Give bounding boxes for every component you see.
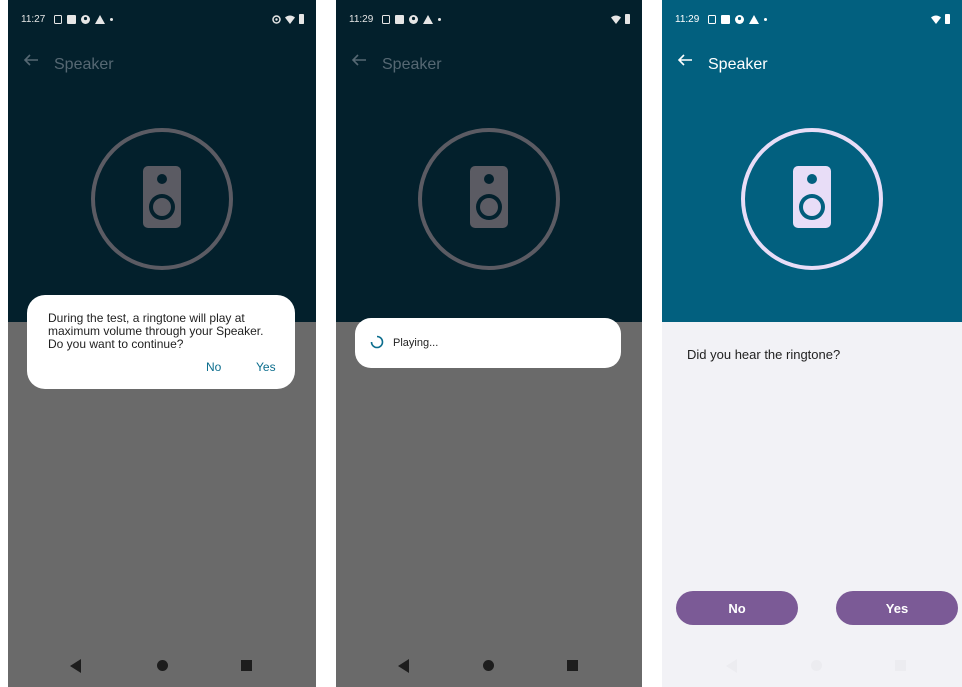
status-bar: 11:27	[8, 0, 316, 40]
nav-home-icon[interactable]	[482, 659, 495, 672]
wifi-icon	[931, 15, 941, 24]
page-title: Speaker	[708, 56, 768, 73]
warning-icon	[423, 14, 433, 24]
nav-home-icon[interactable]	[810, 659, 823, 672]
square-icon	[395, 14, 404, 24]
speaker-icon	[418, 128, 560, 270]
status-notification-icons	[708, 14, 767, 24]
nav-back-icon[interactable]	[70, 659, 82, 673]
page-title: Speaker	[54, 56, 114, 73]
question-text: Did you hear the ringtone?	[687, 347, 841, 362]
spinner-icon	[370, 335, 384, 349]
back-arrow-icon[interactable]	[350, 52, 368, 68]
page-title: Speaker	[382, 56, 442, 73]
wifi-icon	[611, 15, 621, 24]
status-time: 11:27	[21, 14, 46, 25]
warning-icon	[749, 14, 759, 24]
sim-icon	[54, 14, 62, 24]
nav-back-icon[interactable]	[398, 659, 410, 673]
back-arrow-icon[interactable]	[676, 52, 694, 68]
sim-icon	[708, 14, 716, 24]
playing-label: Playing...	[393, 337, 439, 349]
navigation-bar	[8, 647, 316, 687]
nav-recents-icon[interactable]	[894, 659, 907, 672]
square-icon	[721, 14, 730, 24]
status-time: 11:29	[675, 14, 700, 25]
sim-icon	[382, 14, 390, 24]
content-area	[662, 322, 962, 687]
nav-recents-icon[interactable]	[240, 659, 253, 672]
navigation-bar	[336, 647, 642, 687]
navigation-bar	[662, 647, 962, 687]
warning-icon	[95, 14, 105, 24]
battery-icon	[299, 14, 304, 24]
nav-home-icon[interactable]	[156, 659, 169, 672]
confirm-dialog: During the test, a ringtone will play at…	[27, 295, 295, 389]
status-system-icons	[272, 14, 304, 24]
phone-screen-playing: 11:29 Speaker Playing...	[336, 0, 642, 687]
nav-back-icon[interactable]	[726, 659, 738, 673]
dialog-no-button[interactable]: No	[206, 360, 221, 374]
dot-icon	[110, 17, 113, 21]
dialog-message: During the test, a ringtone will play at…	[48, 311, 264, 351]
speaker-icon	[91, 128, 233, 270]
status-system-icons	[611, 14, 630, 24]
status-bar: 11:29	[662, 0, 962, 40]
phone-screen-confirm: 11:27 Speaker During the test, a rington…	[8, 0, 316, 687]
wifi-icon	[285, 15, 295, 24]
speaker-icon	[741, 128, 883, 270]
back-arrow-icon[interactable]	[22, 52, 40, 68]
dot-icon	[764, 17, 767, 21]
account-icon	[409, 14, 418, 24]
phone-screen-question: 11:29 Speaker Did you hear the ringtone?…	[662, 0, 962, 687]
nav-recents-icon[interactable]	[566, 659, 579, 672]
no-button[interactable]: No	[676, 591, 798, 625]
square-icon	[67, 14, 76, 24]
battery-icon	[945, 14, 950, 24]
account-icon	[735, 14, 744, 24]
status-notification-icons	[54, 14, 113, 24]
battery-icon	[625, 14, 630, 24]
status-bar: 11:29	[336, 0, 642, 40]
status-time: 11:29	[349, 14, 374, 25]
dot-icon	[438, 17, 441, 21]
yes-button[interactable]: Yes	[836, 591, 958, 625]
data-saver-icon	[272, 14, 281, 24]
status-system-icons	[931, 14, 950, 24]
progress-dialog: Playing...	[355, 318, 621, 368]
dimmed-background	[336, 322, 642, 687]
status-notification-icons	[382, 14, 441, 24]
account-icon	[81, 14, 90, 24]
dialog-yes-button[interactable]: Yes	[256, 360, 276, 374]
